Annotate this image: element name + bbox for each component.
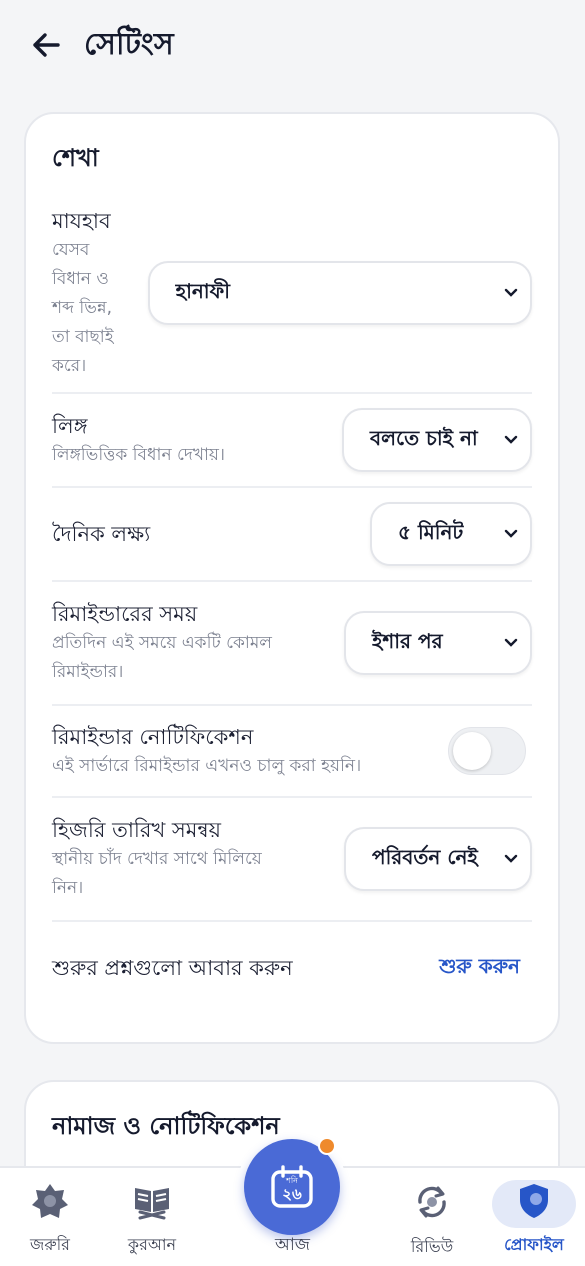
chevron-down-icon: [502, 634, 520, 652]
notification-dot: [318, 1137, 336, 1155]
arrow-left-icon: [33, 33, 60, 57]
reminder-notification-row: রিমাইন্ডার নোটিফিকেশন এই সার্ভারে রিমাইন…: [52, 706, 532, 798]
section-title-learning: শেখা: [52, 144, 99, 172]
madhab-select[interactable]: হানাফী: [147, 261, 532, 325]
gender-value: বলতে চাই না: [370, 425, 478, 450]
chevron-down-icon: [502, 431, 520, 449]
hijri-adjust-value: পরিবর্তন নেই: [372, 844, 478, 869]
madhab-label: মাযহাব: [52, 208, 111, 233]
daily-goal-row: দৈনিক লক্ষ্য ৫ মিনিট: [52, 488, 532, 582]
gender-row: লিঙ্গ লিঙ্গভিত্তিক বিধান দেখায়। বলতে চা…: [52, 394, 532, 488]
daily-goal-label: দৈনিক লক্ষ্য: [52, 522, 151, 546]
hijri-adjust-select[interactable]: পরিবর্তন নেই: [344, 827, 532, 891]
star-badge-icon: [30, 1182, 70, 1220]
calendar-date: ২৬: [282, 1185, 302, 1203]
calendar-icon: শনি ২৬: [271, 1165, 313, 1208]
madhab-desc: যেসব বিধান ও শব্দ ভিন্ন, তা বাছাই করে।: [52, 239, 114, 376]
hijri-adjust-label: হিজরি তারিখ সমন্বয়: [52, 818, 221, 842]
reminder-time-select[interactable]: ইশার পর: [344, 611, 532, 675]
madhab-row: মাযহাব যেসব বিধান ও শব্দ ভিন্ন, তা বাছাই…: [52, 194, 532, 394]
reminder-time-desc: প্রতিদিন এই সময়ে একটি কোমল রিমাইন্ডার।: [52, 633, 272, 682]
hijri-adjust-desc: স্থানীয় চাঁদ দেখার সাথে মিলিয়ে নিন।: [52, 849, 262, 898]
daily-goal-value: ৫ মিনিট: [398, 519, 464, 544]
gender-label: লিঙ্গ: [52, 413, 88, 438]
daily-goal-select[interactable]: ৫ মিনিট: [370, 502, 532, 566]
reminder-time-row: রিমাইন্ডারের সময় প্রতিদিন এই সময়ে একটি…: [52, 582, 532, 706]
toggle-knob: [453, 732, 491, 770]
madhab-value: হানাফী: [175, 278, 230, 303]
gender-select[interactable]: বলতে চাই না: [342, 408, 532, 472]
chevron-down-icon: [502, 525, 520, 543]
reminder-notification-desc: এই সার্ভারে রিমাইন্ডার এখনও চালু করা হয়…: [52, 755, 362, 776]
nav-label-today: আজ: [274, 1235, 311, 1255]
page-title: সেটিংস: [84, 26, 174, 62]
quran-book-icon: [132, 1182, 172, 1220]
chevron-down-icon: [502, 284, 520, 302]
gender-desc: লিঙ্গভিত্তিক বিধান দেখায়।: [52, 444, 226, 465]
shield-profile-icon: [514, 1182, 554, 1220]
reminder-notification-toggle[interactable]: [448, 727, 526, 775]
reminder-time-value: ইশার পর: [372, 628, 443, 653]
top-bar: সেটিংস: [0, 0, 585, 90]
chevron-down-icon: [502, 850, 520, 868]
reminder-time-label: রিমাইন্ডারের সময়: [52, 602, 198, 626]
restart-questions-label: শুরুর প্রশ্নগুলো আবার করুন: [52, 956, 293, 980]
calendar-weekday: শনি: [285, 1176, 298, 1185]
back-button[interactable]: [28, 27, 64, 63]
reminder-notification-label: রিমাইন্ডার নোটিফিকেশন: [52, 724, 254, 749]
restart-questions-button[interactable]: শুরু করুন: [439, 952, 520, 985]
learning-settings-card: শেখা মাযহাব যেসব বিধান ও শব্দ ভিন্ন, তা …: [24, 112, 560, 1044]
hijri-adjust-row: হিজরি তারিখ সমন্বয় স্থানীয় চাঁদ দেখার …: [52, 798, 532, 922]
restart-questions-row: শুরুর প্রশ্নগুলো আবার করুন শুরু করুন: [52, 922, 532, 1014]
review-cycle-icon: [412, 1182, 452, 1222]
